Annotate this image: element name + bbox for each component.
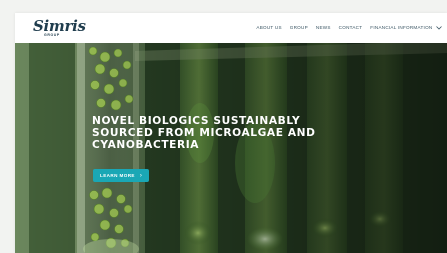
- hero-headline-line-1: NOVEL BIOLOGICS SUSTAINABLY: [92, 115, 301, 127]
- nav-item-about-us[interactable]: ABOUT US: [256, 25, 281, 30]
- nav-item-financial-information-label: FINANCIAL INFORMATION: [370, 25, 433, 30]
- nav-item-contact[interactable]: CONTACT: [339, 25, 363, 30]
- hero-headline-line-2: SOURCED FROM MICROALGAE AND: [92, 127, 316, 140]
- hero-banner: NOVEL BIOLOGICS SUSTAINABLY SOURCED FROM…: [15, 43, 447, 253]
- nav-item-financial-information[interactable]: FINANCIAL INFORMATION: [370, 25, 442, 30]
- nav-item-group[interactable]: GROUP: [290, 25, 308, 30]
- hero-headline: NOVEL BIOLOGICS SUSTAINABLY SOURCED FROM…: [92, 115, 332, 152]
- page: Simris GROUP ABOUT US GROUP NEWS CONTACT…: [15, 13, 447, 253]
- logo[interactable]: Simris GROUP: [33, 17, 86, 39]
- site-header: Simris GROUP ABOUT US GROUP NEWS CONTACT…: [15, 13, 447, 43]
- chevron-down-icon: [436, 25, 442, 30]
- learn-more-label: LEARN MORE: [100, 173, 135, 178]
- learn-more-button[interactable]: LEARN MORE ›: [93, 169, 149, 182]
- chevron-right-icon: ›: [139, 172, 142, 179]
- hero-headline-line-3: CYANOBACTERIA: [92, 139, 200, 152]
- nav-item-news[interactable]: NEWS: [316, 25, 331, 30]
- main-nav: ABOUT US GROUP NEWS CONTACT FINANCIAL IN…: [256, 25, 442, 30]
- logo-subtitle: GROUP: [44, 33, 60, 37]
